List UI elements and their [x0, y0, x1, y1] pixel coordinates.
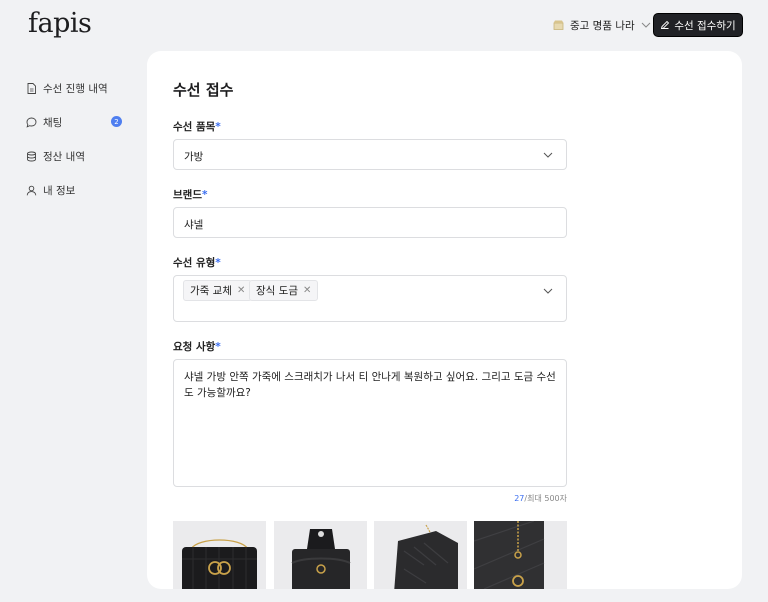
shop-selector[interactable]: 중고 명품 나라: [553, 17, 651, 33]
brand-label: 브랜드*: [173, 189, 208, 201]
store-icon: [553, 20, 564, 30]
category-label: 수선 품목*: [173, 121, 221, 133]
repair-request-button[interactable]: 수선 접수하기: [653, 13, 743, 37]
bag-side-photo[interactable]: [374, 521, 467, 589]
category-select[interactable]: 가방: [173, 139, 567, 170]
chat-icon: [26, 117, 37, 128]
request-text: 샤넬 가방 안쪽 가죽에 스크래치가 나서 티 안나게 복원하고 싶어요. 그리…: [184, 371, 556, 399]
close-icon[interactable]: ✕: [237, 285, 245, 296]
chevron-down-icon: [641, 22, 650, 28]
page-title: 수선 접수: [173, 81, 234, 99]
sidebar: 수선 진행 내역 채팅 2 정산 내역 내 정보: [26, 80, 126, 216]
char-max: /최대 500자: [524, 494, 567, 503]
repair-type-tag[interactable]: 가죽 교체 ✕: [183, 280, 253, 301]
request-label: 요청 사항*: [173, 341, 221, 353]
user-icon: [26, 185, 37, 195]
chat-count-badge: 2: [111, 116, 122, 127]
sidebar-item-label: 정산 내역: [43, 150, 85, 163]
close-icon[interactable]: ✕: [303, 285, 311, 296]
database-icon: [27, 151, 36, 161]
sidebar-item-label: 수선 진행 내역: [43, 82, 108, 95]
shop-name: 중고 명품 나라: [570, 19, 635, 32]
repair-type-tag[interactable]: 장식 도금 ✕: [249, 280, 319, 301]
pencil-icon: [661, 20, 670, 30]
char-count: 27: [514, 494, 525, 503]
brand-logo[interactable]: fapis: [28, 8, 92, 39]
tag-label: 장식 도금: [256, 285, 298, 297]
sidebar-item-chat[interactable]: 채팅 2: [26, 114, 126, 130]
sidebar-item-label: 내 정보: [43, 184, 76, 197]
repair-type-select[interactable]: 가죽 교체 ✕ 장식 도금 ✕: [173, 275, 567, 322]
sidebar-item-label: 채팅: [43, 116, 63, 129]
sidebar-item-my-info[interactable]: 내 정보: [26, 182, 126, 198]
brand-value: 샤넬: [184, 219, 204, 231]
chevron-down-icon: [543, 288, 553, 294]
sidebar-item-settlement[interactable]: 정산 내역: [26, 148, 126, 164]
tag-label: 가죽 교체: [190, 285, 232, 297]
brand-input[interactable]: 샤넬: [173, 207, 567, 238]
char-counter: 27/최대 500자: [173, 493, 567, 504]
repair-form-card: 수선 접수 수선 품목* 가방 브랜드* 샤넬 수선 유형* 가죽 교체 ✕ 장…: [147, 51, 742, 589]
sidebar-item-repair-history[interactable]: 수선 진행 내역: [26, 80, 126, 96]
bag-hardware-photo[interactable]: [474, 521, 567, 589]
chevron-down-icon: [543, 152, 553, 158]
bag-inside-photo[interactable]: [274, 521, 367, 589]
category-value: 가방: [184, 151, 204, 163]
repair-request-label: 수선 접수하기: [674, 19, 736, 32]
repair-type-label: 수선 유형*: [173, 257, 221, 269]
request-textarea[interactable]: 샤넬 가방 안쪽 가죽에 스크래치가 나서 티 안나게 복원하고 싶어요. 그리…: [173, 359, 567, 487]
document-icon: [27, 82, 36, 94]
bag-front-photo[interactable]: [173, 521, 266, 589]
